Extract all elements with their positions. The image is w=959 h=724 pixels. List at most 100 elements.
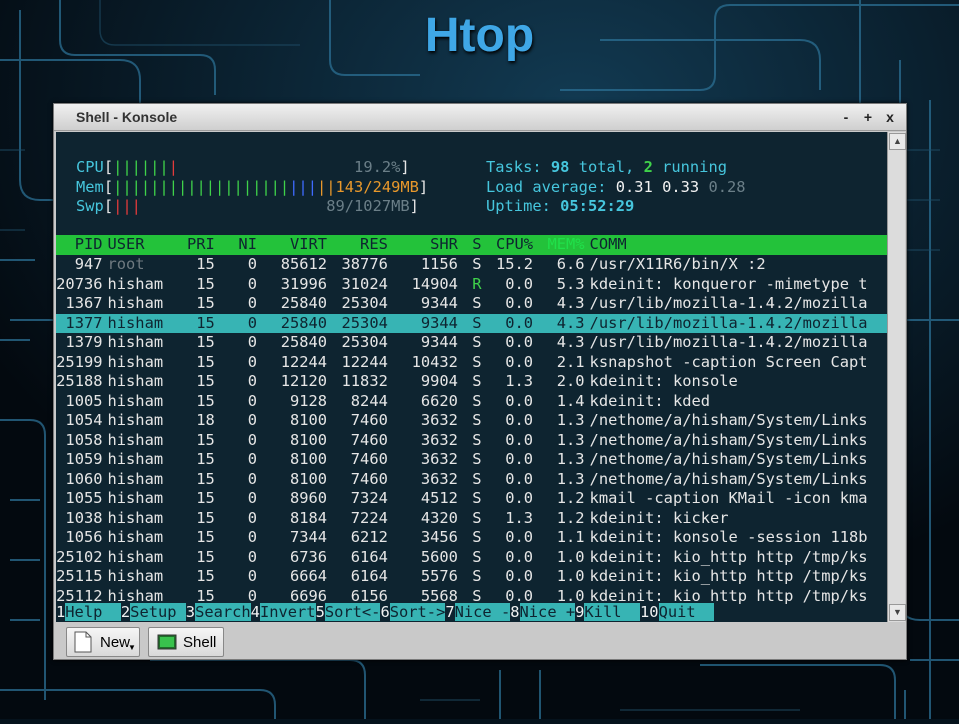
cell-comm: kdeinit: kio_http http /tmp/ks	[589, 547, 868, 566]
cell-res: 25304	[341, 294, 388, 312]
fkey-9[interactable]: 9Kill	[575, 603, 641, 622]
cell-cpu: 0.0	[505, 411, 534, 429]
cell-comm: ksnapshot -caption Screen Capt	[589, 352, 868, 371]
cell-cpu: 0.0	[505, 567, 534, 585]
new-session-button[interactable]: New ▼	[66, 627, 140, 657]
process-table-header[interactable]: PID USER PRI NI VIRT RES SHR S CPU% MEM% COMM	[56, 235, 887, 255]
cell-cpu: 1.3	[505, 508, 534, 527]
table-row[interactable]: 1059 hisham 15 0 8100 7460 3632 S 0.0 1.3/nethome…	[56, 450, 887, 470]
cell-shr: 9344	[420, 333, 458, 351]
swap-meter: Swp[||| 89/1027MB]	[76, 197, 419, 215]
fkey-4[interactable]: 4Invert	[251, 603, 316, 622]
cell-pid: 1377	[65, 313, 103, 332]
table-row[interactable]: 1038 hisham 15 0 8184 7224 4320 S 1.3 1.2 kdeinit:…	[56, 509, 887, 529]
table-row[interactable]: 1058 hisham 15 0 8100 7460 3632 S 0.0 1.3/nethome…	[56, 431, 887, 451]
cell-ni: 0	[247, 567, 257, 585]
cell-virt: 8100	[289, 450, 328, 468]
fkey-number: 8	[510, 603, 520, 621]
table-row[interactable]: 25199 hisham 15 0 12244 12244 10432 S 0.0 2.1 ksna…	[56, 353, 887, 373]
minimize-button[interactable]: -	[836, 107, 856, 127]
fkey-2[interactable]: 2Setup	[121, 603, 186, 622]
table-row[interactable]: 1060 hisham 15 0 8100 7460 3632 S 0.0 1.3/nethome…	[56, 470, 887, 490]
shell-session-tab[interactable]: Shell	[148, 627, 224, 657]
terminal-screen[interactable]: CPU[||||||| 19.2%] Mem[|||||||||||||||||…	[56, 132, 887, 622]
window-titlebar[interactable]: Shell - Konsole - + x	[54, 104, 906, 131]
cell-user: hisham	[107, 274, 164, 293]
fkey-5[interactable]: 5Sort<-	[316, 603, 381, 622]
table-row[interactable]: 25102 hisham 15 0 6736 6164 5600 S 0.0 1.0 kdeinit…	[56, 548, 887, 568]
cell-ni: 0	[247, 294, 257, 312]
cell-comm: kmail -caption KMail -icon kma	[589, 489, 868, 507]
cell-ni: 0	[247, 450, 257, 468]
cell-shr: 9344	[420, 294, 458, 312]
scroll-down-arrow-icon[interactable]: ▼	[889, 604, 906, 621]
fkey-number: 6	[380, 603, 390, 621]
table-row[interactable]: 25188 hisham 15 0 12120 11832 9904 S 1.3 2.0 kdein…	[56, 372, 887, 392]
column-header-10[interactable]: COMM	[585, 235, 869, 255]
cell-res: 6212	[350, 528, 388, 546]
cell-cpu: 0.0	[505, 469, 534, 488]
cell-res: 6164	[350, 547, 388, 566]
column-header-8[interactable]: CPU%	[482, 235, 533, 255]
cell-comm: kdeinit: konsole	[589, 372, 738, 390]
maximize-button[interactable]: +	[858, 107, 878, 127]
scroll-up-arrow-icon[interactable]: ▲	[889, 133, 906, 150]
cell-pri: 15	[196, 489, 215, 507]
fkey-1[interactable]: 1Help	[56, 603, 121, 622]
load-average: Load average: 0.31 0.33 0.28	[486, 177, 746, 196]
cell-comm: /usr/lib/mozilla-1.4.2/mozilla	[589, 294, 868, 312]
column-header-6[interactable]: SHR	[388, 235, 458, 255]
cell-user: hisham	[107, 528, 164, 546]
cell-mem: 1.1	[556, 528, 585, 546]
table-row[interactable]: 1379 hisham 15 0 25840 25304 9344 S 0.0 4.3/usr/l…	[56, 333, 887, 353]
column-header-1[interactable]: USER	[103, 235, 173, 255]
cell-pid: 947	[74, 255, 103, 273]
cell-shr: 5576	[420, 567, 458, 585]
column-header-4[interactable]: VIRT	[257, 235, 327, 255]
fkey-3[interactable]: 3Search	[186, 603, 251, 622]
table-row[interactable]: 25115 hisham 15 0 6664 6164 5576 S 0.0 1.0 kdeinit…	[56, 567, 887, 587]
mem-meter: Mem[||||||||||||||||||||||||143/249MB]	[76, 177, 429, 196]
table-row[interactable]: 947 root 15 0 85612 38776 1156 S 15.2 6.6/usr/X11…	[56, 255, 887, 275]
column-header-2[interactable]: PRI	[173, 235, 215, 255]
table-row[interactable]: 20736 hisham 15 0 31996 31024 14904 R 0.0 5.3 kdei…	[56, 275, 887, 295]
fkey-6[interactable]: 6Sort->	[380, 603, 446, 622]
cell-virt: 8100	[289, 430, 328, 449]
fkey-7[interactable]: 7Nice -	[445, 603, 511, 622]
fkey-8[interactable]: 8Nice +	[510, 603, 576, 622]
cell-s: S	[472, 313, 482, 332]
fkey-label: Invert	[259, 603, 316, 621]
cell-cpu: 0.0	[505, 352, 534, 371]
cell-shr: 4512	[420, 489, 458, 507]
cell-shr: 3632	[420, 450, 458, 468]
fkey-10[interactable]: 10Quit	[640, 603, 715, 622]
cell-pid: 1038	[65, 508, 103, 527]
cell-s: S	[472, 411, 482, 429]
cell-user: root	[107, 255, 145, 273]
column-header-7[interactable]: S	[458, 235, 481, 255]
close-button[interactable]: x	[880, 107, 900, 127]
column-header-3[interactable]: NI	[215, 235, 257, 255]
fkey-number: 10	[640, 603, 659, 621]
table-row[interactable]: 1367 hisham 15 0 25840 25304 9344 S 0.0 4.3/usr/l…	[56, 294, 887, 314]
cell-mem: 4.3	[556, 294, 585, 312]
cell-shr: 1156	[420, 255, 458, 273]
table-row[interactable]: 1377 hisham 15 0 25840 25304 9344 S 0.0 4.3/usr/l…	[56, 313, 887, 333]
cell-shr: 3632	[420, 469, 458, 488]
column-header-9[interactable]: MEM%	[533, 235, 584, 255]
scrollbar[interactable]: ▲ ▼	[887, 132, 906, 622]
fkey-number: 5	[315, 603, 325, 621]
cell-ni: 0	[247, 469, 257, 488]
table-row[interactable]: 1055 hisham 15 0 8960 7324 4512 S 0.0 1.2 kmail -c…	[56, 489, 887, 509]
column-header-5[interactable]: RES	[327, 235, 388, 255]
table-row[interactable]: 1005 hisham 15 0 9128 8244 6620 S 0.0 1.4 kdeinit:…	[56, 392, 887, 412]
cell-user: hisham	[107, 294, 164, 312]
cell-s: S	[472, 430, 482, 449]
column-header-0[interactable]: PID	[56, 235, 103, 255]
table-row[interactable]: 1056 hisham 15 0 7344 6212 3456 S 0.0 1.1 kdeinit:…	[56, 528, 887, 548]
table-row[interactable]: 1054 hisham 18 0 8100 7460 3632 S 0.0 1.3/nethome…	[56, 411, 887, 431]
cell-cpu: 0.0	[505, 528, 534, 546]
process-table[interactable]: 947 root 15 0 85612 38776 1156 S 15.2 6.6/usr/X11…	[56, 255, 887, 606]
cell-ni: 0	[247, 352, 257, 371]
cell-pri: 15	[196, 391, 215, 410]
